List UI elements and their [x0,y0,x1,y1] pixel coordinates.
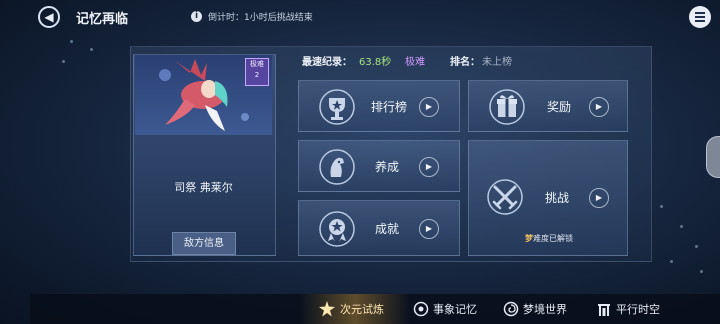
rewards-button[interactable]: 奖励 ▶ [468,80,628,132]
star-decoration [70,40,73,43]
tab-dimension-trial[interactable]: 次元试炼 [318,298,384,320]
chevron-right-icon: ▶ [589,97,609,117]
horse-head-icon [319,149,355,185]
hamburger-menu-button[interactable] [689,6,711,28]
chevron-right-icon: ▶ [419,157,439,177]
leaderboard-label: 排行榜 [371,100,408,114]
rewards-label: 奖励 [547,100,572,114]
chevron-right-icon: ▶ [419,219,439,239]
menu-line-icon [695,16,705,18]
back-button[interactable]: ◀ [38,6,60,28]
tab-event-memory[interactable]: 事象记忆 [413,298,477,320]
info-icon: i [191,11,202,22]
best-record-label: 最速纪录： [302,57,352,68]
star-decoration [700,270,703,273]
difficulty-unlock-note: 梦难度已解锁 [525,233,573,244]
cultivate-label: 养成 [375,160,400,174]
best-record-difficulty: 极难 [405,57,425,68]
star-decoration [90,48,93,51]
star-burst-icon [319,301,335,317]
tab-label: 次元试炼 [340,303,384,316]
difficulty-badge: 极难 2 [245,58,269,86]
gift-box-icon [489,89,525,125]
star-decoration [660,205,663,208]
unlock-note-text: 难度已解锁 [533,234,573,243]
medal-icon [319,211,355,247]
difficulty-badge-text: 极难 [250,60,264,68]
challenge-button[interactable]: 挑战 ▶ 梦难度已解锁 [468,140,628,256]
countdown-text: 倒计时：1小时后挑战结束 [208,13,313,23]
menu-line-icon [695,20,705,22]
cultivate-button[interactable]: 养成 ▶ [298,140,460,192]
orb-icon [413,301,429,317]
tab-label: 事象记忆 [433,303,477,316]
enemy-info-button[interactable]: 敌方信息 [172,232,236,255]
rank-label: 排名： [450,57,480,68]
difficulty-badge-level: 2 [254,71,260,79]
menu-line-icon [695,12,705,14]
gate-icon [598,304,610,316]
crossed-swords-icon [487,179,523,215]
side-drawer-handle[interactable] [706,136,720,178]
best-record-value: 63.8秒 [359,57,392,68]
character-name: 司祭 弗莱尔 [174,181,233,194]
star-decoration [680,225,683,228]
challenge-label: 挑战 [545,191,570,205]
star-decoration [62,60,65,63]
achievements-label: 成就 [375,222,400,236]
back-arrow-icon: ◀ [44,10,54,24]
page-title: 记忆再临 [76,12,129,27]
dream-difficulty-tag: 梦 [525,234,533,243]
achievements-button[interactable]: 成就 ▶ [298,200,460,256]
tab-label: 平行时空 [616,303,660,316]
star-decoration [695,245,698,248]
rank-value: 未上榜 [482,57,512,68]
star-decoration [670,260,673,263]
chevron-right-icon: ▶ [419,97,439,117]
spiral-icon [503,301,519,317]
trophy-icon [319,89,355,125]
tab-parallel-space[interactable]: 平行时空 [596,298,660,320]
tab-label: 梦境世界 [523,303,567,316]
tab-dream-world[interactable]: 梦境世界 [503,298,567,320]
leaderboard-button[interactable]: 排行榜 ▶ [298,80,460,132]
chevron-right-icon: ▶ [589,188,609,208]
